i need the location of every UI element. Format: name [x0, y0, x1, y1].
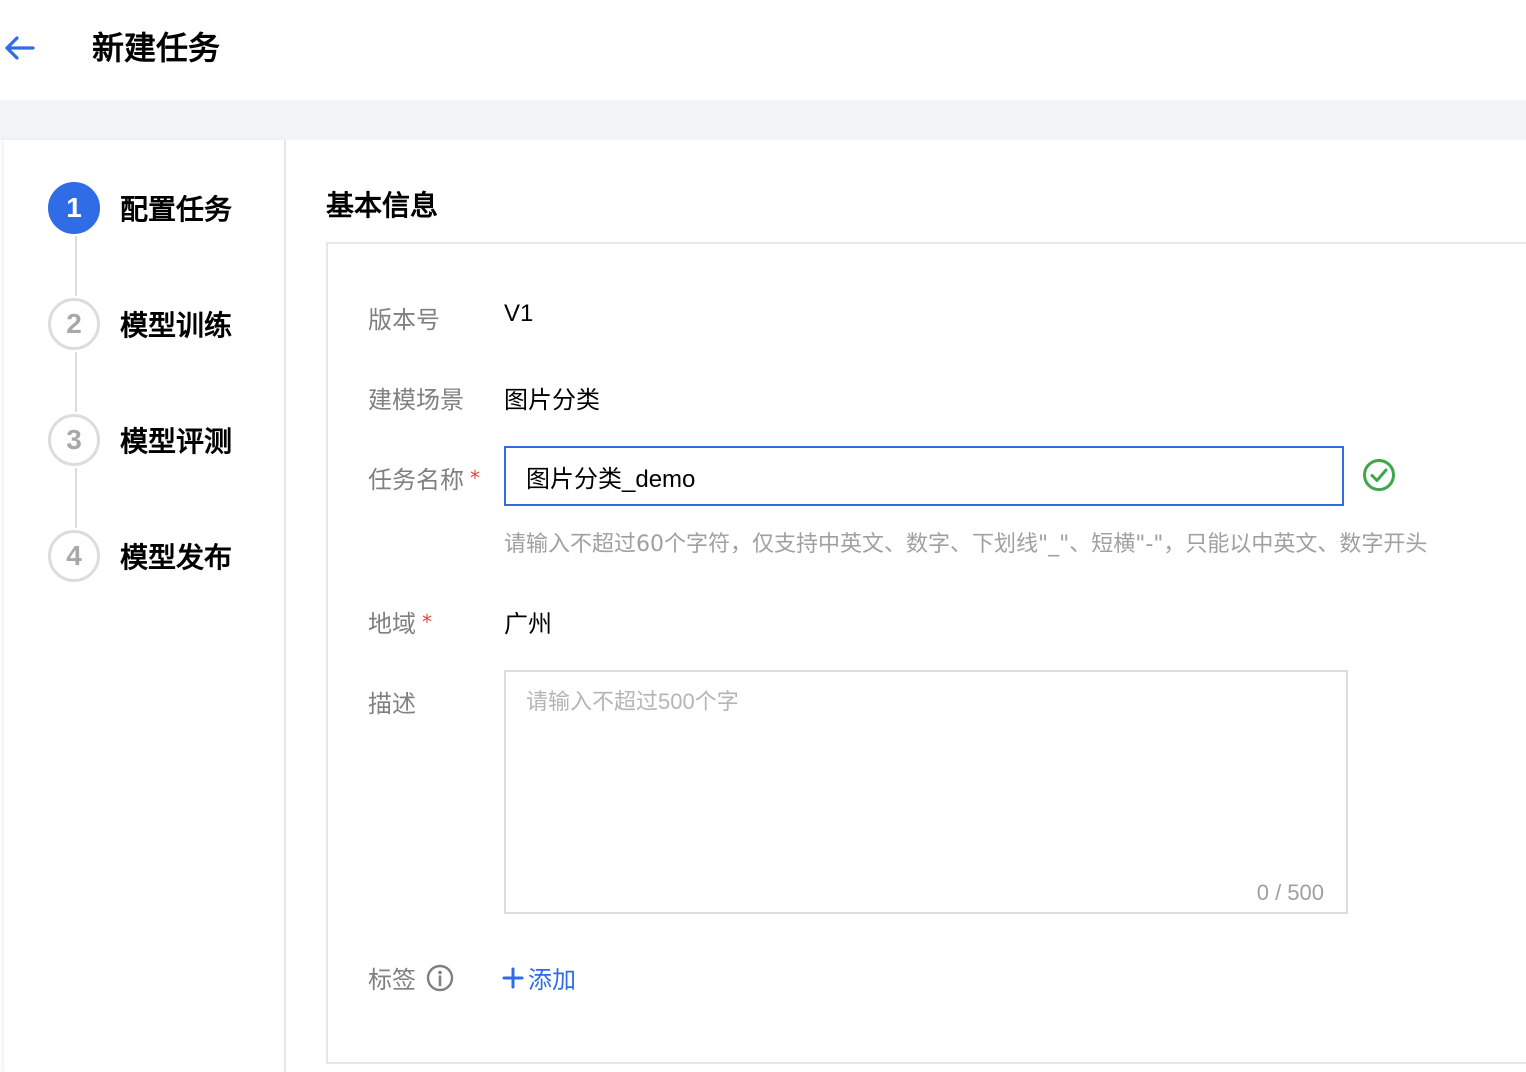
arrow-left-icon[interactable] [2, 30, 38, 66]
step-label: 模型评测 [120, 425, 233, 458]
scene-label-text: 建模场景 [368, 386, 464, 414]
version-label: 版本号 [368, 300, 440, 335]
scene-value: 图片分类 [504, 386, 600, 414]
step-connector [75, 352, 77, 412]
version-value: V1 [504, 300, 534, 327]
tags-label: 标签 [368, 960, 454, 995]
region-label: 地域 * [368, 604, 432, 639]
region-value: 广州 [504, 610, 552, 638]
description-textarea[interactable] [506, 672, 1346, 912]
step-label: 模型训练 [120, 309, 233, 342]
description-label-text: 描述 [368, 690, 416, 718]
page-header: 新建任务 [0, 0, 1526, 100]
step-connector [75, 236, 77, 296]
info-circle-icon[interactable] [426, 964, 454, 992]
section-title: 基本信息 [326, 189, 439, 222]
required-mark: * [422, 609, 432, 634]
step-connector [75, 468, 77, 528]
task-name-label: 任务名称 * [368, 460, 480, 495]
region-label-text: 地域 [368, 610, 416, 638]
step-configure-task[interactable]: 1 配置任务 [48, 180, 232, 236]
version-label-text: 版本号 [368, 306, 440, 334]
description-box: 0 / 500 [504, 670, 1348, 914]
step-number-badge: 2 [48, 298, 100, 350]
steps-panel: 1 配置任务 2 模型训练 3 模型评测 4 模型发布 [4, 140, 286, 1072]
basic-info-card: 版本号 V1 建模场景 图片分类 任务名称 * 请输入不超过60个字符，仅支持中… [326, 242, 1526, 1064]
step-number-badge: 1 [48, 182, 100, 234]
tags-label-text: 标签 [368, 966, 416, 994]
check-circle-icon [1363, 459, 1395, 491]
step-model-release[interactable]: 4 模型发布 [48, 528, 232, 584]
step-model-evaluation[interactable]: 3 模型评测 [48, 412, 232, 468]
step-number-badge: 4 [48, 530, 100, 582]
step-label: 模型发布 [120, 541, 233, 574]
task-name-label-text: 任务名称 [368, 466, 464, 494]
step-label: 配置任务 [120, 193, 233, 226]
add-tag-button[interactable]: 添加 [502, 960, 576, 995]
scene-label: 建模场景 [368, 380, 464, 415]
description-counter: 0 / 500 [1256, 880, 1324, 905]
header-divider-band [0, 100, 1526, 140]
task-name-input[interactable] [504, 446, 1344, 506]
task-name-hint: 请输入不超过60个字符，仅支持中英文、数字、下划线"_"、短横"-"，只能以中英… [504, 532, 1428, 557]
page-title: 新建任务 [92, 29, 221, 67]
required-mark: * [470, 465, 480, 490]
step-number-badge: 3 [48, 414, 100, 466]
add-tag-label: 添加 [528, 966, 576, 994]
step-model-training[interactable]: 2 模型训练 [48, 296, 232, 352]
main-content: 基本信息 版本号 V1 建模场景 图片分类 任务名称 * 请输入不超过60个字符… [286, 140, 1526, 1072]
description-label: 描述 [368, 684, 416, 719]
plus-icon [502, 967, 524, 988]
